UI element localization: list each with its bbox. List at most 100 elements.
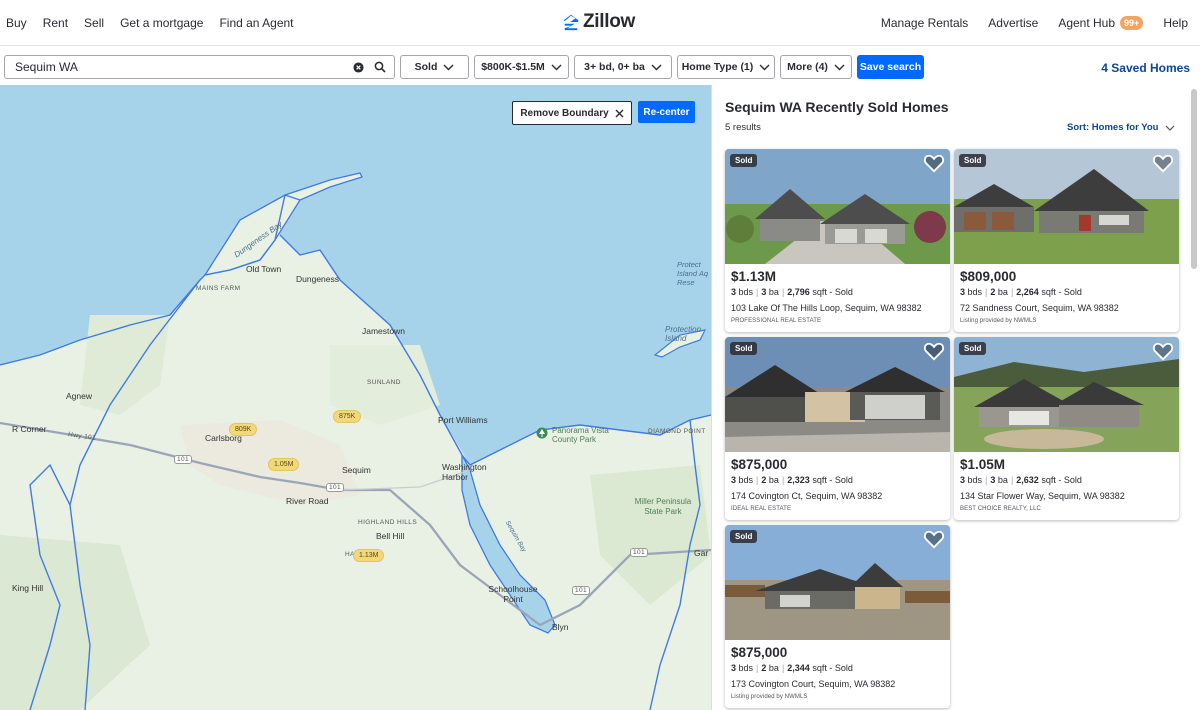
nav-advertise[interactable]: Advertise [988,16,1038,30]
map-label-highland-hills: HIGHLAND HILLS [358,519,418,526]
zillow-logo[interactable]: Zillow [562,11,635,33]
remove-boundary-label: Remove Boundary [520,107,609,119]
baths-unit: ba [768,287,779,297]
search-icon[interactable] [372,59,388,75]
listing-address[interactable]: 134 Star Flower Way, Sequim, WA 98382 [960,491,1125,501]
listing-card[interactable]: Sold $875,000 3 bds | 2 ba | 2,344 sqft - So… [725,525,950,708]
sort-label: Sort: Homes for You [1067,122,1159,133]
beds-unit: bds [967,475,983,485]
baths: 3 [761,287,767,297]
status-filter-button[interactable]: Sold [400,55,469,79]
baths: 2 [990,287,996,297]
price-pin[interactable]: 1.13M [353,549,385,562]
listing-card[interactable]: Sold $809,000 3 bds | 2 ba | 2,264 sqft - So… [954,149,1179,332]
chevron-down-icon [834,64,845,70]
sold-tag: Sold [730,154,758,167]
favorite-heart-icon[interactable] [923,341,945,361]
listing-status: Sold [834,287,853,297]
save-search-button[interactable]: Save search [857,55,924,79]
favorite-heart-icon[interactable] [1152,153,1174,173]
beds-baths-filter-button[interactable]: 3+ bd, 0+ ba [574,55,672,79]
search-filter-bar: Sold $800K-$1.5M 3+ bd, 0+ ba Home Type … [0,48,1200,84]
map-view[interactable]: Dungeness Bay Old Town Dungeness MAINS F… [0,85,711,710]
chevron-down-icon [1165,125,1174,131]
nav-find-an-agent[interactable]: Find an Agent [219,16,293,30]
chevron-down-icon [759,64,770,70]
map-canvas[interactable] [0,85,711,710]
listing-price: $1.13M [731,269,777,284]
separator: | [1010,475,1014,485]
recenter-button[interactable]: Re-center [638,101,695,123]
separator: | [756,663,759,673]
price-filter-button[interactable]: $800K-$1.5M [474,55,569,79]
listing-photo[interactable] [725,525,950,640]
results-title: Sequim WA Recently Sold Homes [725,99,949,115]
beds: 3 [960,287,966,297]
map-label-agnew: Agnew [66,391,92,401]
sqft: 2,323 [787,475,810,485]
map-label-protection-island-refuge: Protect Island Aq Rese [677,260,708,287]
favorite-heart-icon[interactable] [923,153,945,173]
close-icon [615,109,624,117]
search-input[interactable] [15,60,344,74]
map-label-old-town: Old Town [246,264,282,274]
listing-address[interactable]: 173 Covington Court, Sequim, WA 98382 [731,679,895,689]
house-photo [725,337,950,452]
map-label-miller-peninsula: Miller Peninsula State Park [634,497,692,516]
listing-photo[interactable] [954,337,1179,452]
beds-baths-filter-label: 3+ bd, 0+ ba [584,61,645,73]
listing-status: Sold [1063,475,1082,485]
listing-photo[interactable] [725,337,950,452]
price-pin[interactable]: 809K [229,423,258,436]
map-label-mains-farm: MAINS FARM [196,285,241,292]
listing-address[interactable]: 174 Covington Ct, Sequim, WA 98382 [731,491,882,501]
listing-address[interactable]: 72 Sandness Court, Sequim, WA 98382 [960,303,1119,313]
sqft: 2,632 [1016,475,1039,485]
favorite-heart-icon[interactable] [923,529,945,549]
nav-manage-rentals[interactable]: Manage Rentals [881,16,968,30]
map-label-jamestown: Jamestown [362,326,405,336]
map-label-r-corner: R Corner [12,424,47,434]
nav-get-a-mortgage[interactable]: Get a mortgage [120,16,203,30]
agent-hub-label: Agent Hub [1058,16,1116,30]
favorite-heart-icon[interactable] [1152,341,1174,361]
listing-card[interactable]: Sold $1.13M 3 bds | 3 ba | 2,796 sqft - Sold… [725,149,950,332]
nav-right: Manage Rentals Advertise Agent Hub 99+ H… [861,0,1188,46]
listing-price: $1.05M [960,457,1006,472]
listing-address[interactable]: 103 Lake Of The Hills Loop, Sequim, WA 9… [731,303,922,313]
separator: | [756,287,759,297]
remove-boundary-button[interactable]: Remove Boundary [512,101,632,125]
clear-search-icon[interactable] [350,59,366,75]
sort-dropdown[interactable]: Sort: Homes for You [1067,122,1175,133]
beds: 3 [960,475,966,485]
sqft: 2,264 [1016,287,1039,297]
nav-buy[interactable]: Buy [6,16,27,30]
sqft-unit: sqft - [812,663,833,673]
route-shield: 101 [572,586,591,595]
saved-homes-link[interactable]: 4 Saved Homes [1101,61,1190,75]
nav-help[interactable]: Help [1163,16,1188,30]
listing-photo[interactable] [954,149,1179,264]
top-nav: Buy Rent Sell Get a mortgage Find an Age… [0,0,1200,46]
home-type-filter-button[interactable]: Home Type (1) [677,55,775,79]
status-filter-label: Sold [414,61,438,73]
baths-unit: ba [997,475,1008,485]
chevron-down-icon [651,64,662,70]
more-filter-button[interactable]: More (4) [780,55,852,79]
sold-tag: Sold [730,530,758,543]
nav-sell[interactable]: Sell [84,16,104,30]
notification-badge: 99+ [1120,16,1144,30]
baths: 2 [761,663,767,673]
map-label-protection-island: Protection Island [665,325,702,343]
chevron-down-icon [551,64,562,70]
listing-card[interactable]: Sold $1.05M 3 bds | 3 ba | 2,632 sqft - Sold… [954,337,1179,520]
listing-card[interactable]: Sold $875,000 3 bds | 2 ba | 2,323 sqft - So… [725,337,950,520]
listing-photo[interactable] [725,149,950,264]
price-filter-label: $800K-$1.5M [481,61,545,73]
price-pin[interactable]: 1.05M [268,458,300,471]
nav-rent[interactable]: Rent [43,16,68,30]
nav-agent-hub[interactable]: Agent Hub 99+ [1058,16,1144,30]
baths: 3 [990,475,996,485]
results-scrollbar[interactable] [1191,89,1197,269]
price-pin[interactable]: 875K [333,410,362,423]
